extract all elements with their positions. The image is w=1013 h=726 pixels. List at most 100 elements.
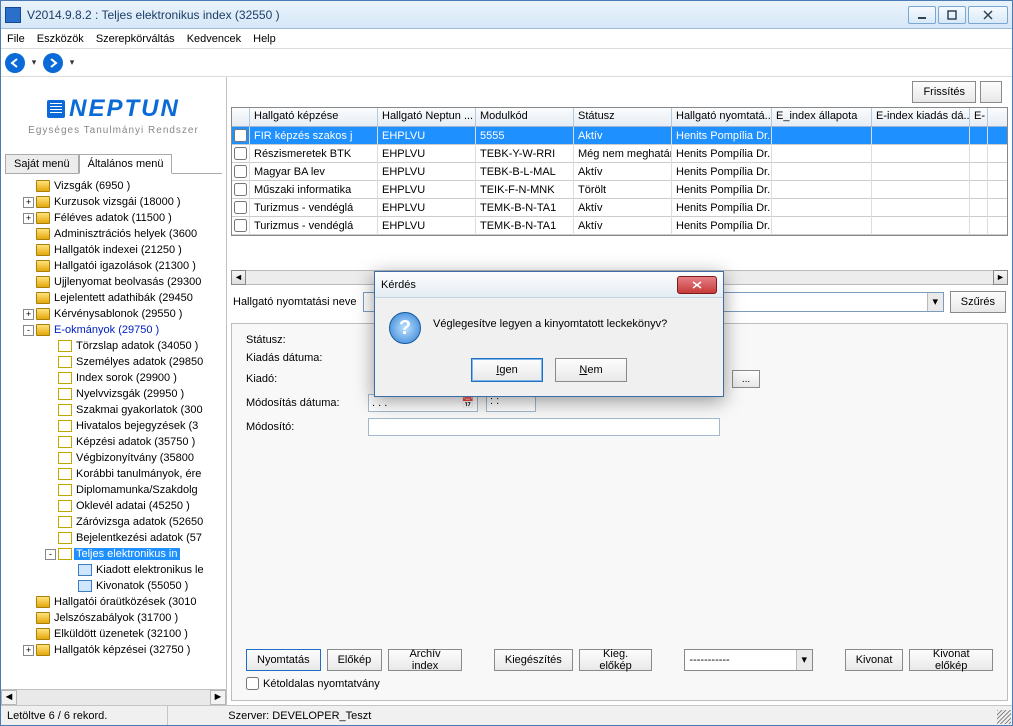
row-checkbox[interactable] xyxy=(234,129,247,142)
extract-button[interactable]: Kivonat xyxy=(845,649,904,671)
template-combo[interactable]: -----------▾ xyxy=(684,649,812,671)
sidebar-horizontal-scroll[interactable]: ◄► xyxy=(1,689,226,705)
tab-altalanos-menu[interactable]: Általános menü xyxy=(79,154,173,174)
tree-item-label: Kurzusok vizsgái (18000 ) xyxy=(52,196,183,208)
grid-header[interactable]: Modulkód xyxy=(476,108,574,126)
nav-tree[interactable]: Vizsgák (6950 ) + Kurzusok vizsgái (18000 … xyxy=(1,174,226,689)
tree-ujjlenyomat[interactable]: Ujjlenyomat beolvasás (29300 xyxy=(1,274,226,290)
table-row[interactable]: Részismeretek BTKEHPLVUTEBK-Y-W-RRIMég n… xyxy=(232,145,1007,163)
tree-zarovizsga[interactable]: Záróvizsga adatok (52650 xyxy=(1,514,226,530)
tree-jelszoszabalyok[interactable]: Jelszószabályok (31700 ) xyxy=(1,610,226,626)
table-row[interactable]: FIR képzés szakos jEHPLVU5555AktívHenits… xyxy=(232,127,1007,145)
table-row[interactable]: Turizmus - vendégláEHPLVUTEMK-B-N-TA1Akt… xyxy=(232,217,1007,235)
tab-sajat-menu[interactable]: Saját menü xyxy=(5,154,79,173)
dialog-no-button[interactable]: Nem xyxy=(555,358,627,382)
menu-kedvencek[interactable]: Kedvencek xyxy=(187,33,241,45)
tree-hallgatok-kepzesei[interactable]: +Hallgatók képzései (32750 ) xyxy=(1,642,226,658)
document-icon xyxy=(78,564,92,576)
tree-item-label: Kivonatok (55050 ) xyxy=(94,580,190,592)
tree-hallgatoi-igazolasok[interactable]: Hallgatói igazolások (21300 ) xyxy=(1,258,226,274)
dialog-close-button[interactable] xyxy=(677,276,717,294)
tree-korabbi-tanulmanyok[interactable]: Korábbi tanulmányok, ére xyxy=(1,466,226,482)
tree-feleves-adatok[interactable]: +Féléves adatok (11500 ) xyxy=(1,210,226,226)
menu-eszközök[interactable]: Eszközök xyxy=(37,33,84,45)
grid-header[interactable]: Státusz xyxy=(574,108,672,126)
tree-e-okmanyok[interactable]: -E-okmányok (29750 ) xyxy=(1,322,226,338)
tree-toggle[interactable]: + xyxy=(23,309,34,320)
tree-kiadott-elektronikus[interactable]: Kiadott elektronikus le xyxy=(1,562,226,578)
tree-toggle[interactable]: - xyxy=(45,549,56,560)
tree-szakmai-gyak[interactable]: Szakmai gyakorlatok (300 xyxy=(1,402,226,418)
tree-kervenysablonok[interactable]: +Kérvénysablonok (29550 ) xyxy=(1,306,226,322)
dialog-yes-button[interactable]: Igen xyxy=(471,358,543,382)
refresh-button[interactable]: Frissítés xyxy=(912,81,976,103)
tree-oklevel-adatai[interactable]: Oklevél adatai (45250 ) xyxy=(1,498,226,514)
row-checkbox[interactable] xyxy=(234,183,247,196)
row-checkbox[interactable] xyxy=(234,201,247,214)
grid-header[interactable]: Hallgató Neptun ... xyxy=(378,108,476,126)
nav-forward-button[interactable] xyxy=(43,53,63,73)
maximize-button[interactable] xyxy=(938,6,966,24)
tree-bejelentkezesi[interactable]: Bejelentkezési adatok (57 xyxy=(1,530,226,546)
tree-hallgatok-indexei[interactable]: Hallgatók indexei (21250 ) xyxy=(1,242,226,258)
close-button[interactable] xyxy=(968,6,1008,24)
tree-elkuldott-uzenetek[interactable]: Elküldött üzenetek (32100 ) xyxy=(1,626,226,642)
table-row[interactable]: Magyar BA levEHPLVUTEBK-B-L-MALAktívHeni… xyxy=(232,163,1007,181)
tree-toggle[interactable]: + xyxy=(23,213,34,224)
grid-cell: Henits Pompília Dr. xyxy=(672,145,772,163)
tree-admin-helyek[interactable]: Adminisztrációs helyek (3600 xyxy=(1,226,226,242)
tree-torzslap[interactable]: Törzslap adatok (34050 ) xyxy=(1,338,226,354)
print-button[interactable]: Nyomtatás xyxy=(246,649,321,671)
tree-vegbizonyitvany[interactable]: Végbizonyítvány (35800 xyxy=(1,450,226,466)
supplement-preview-button[interactable]: Kieg. előkép xyxy=(579,649,653,671)
duplex-checkbox[interactable] xyxy=(246,677,259,690)
tree-teljes-elektronikus-index[interactable]: -Teljes elektronikus in xyxy=(1,546,226,562)
table-row[interactable]: Turizmus - vendégláEHPLVUTEMK-B-N-TA1Akt… xyxy=(232,199,1007,217)
archive-index-button[interactable]: Archív index xyxy=(388,649,462,671)
calendar-icon[interactable]: 📅 xyxy=(462,398,474,409)
grid-cell: Aktív xyxy=(574,199,672,217)
menu-file[interactable]: File xyxy=(7,33,25,45)
modifier-input[interactable] xyxy=(368,418,720,436)
tree-diplomamunka[interactable]: Diplomamunka/Szakdolg xyxy=(1,482,226,498)
issuer-lookup-button[interactable]: ... xyxy=(732,370,760,388)
tree-vizsgak[interactable]: Vizsgák (6950 ) xyxy=(1,178,226,194)
grid-cell: TEIK-F-N-MNK xyxy=(476,181,574,199)
nav-fwd-dropdown[interactable]: ▾ xyxy=(67,57,77,68)
pin-button[interactable] xyxy=(980,81,1002,103)
row-checkbox[interactable] xyxy=(234,147,247,160)
extract-preview-button[interactable]: Kivonat előkép xyxy=(909,649,993,671)
row-checkbox[interactable] xyxy=(234,219,247,232)
tree-szemelyes[interactable]: Személyes adatok (29850 xyxy=(1,354,226,370)
tree-lejelentett-adathibak[interactable]: Lejelentett adathibák (29450 xyxy=(1,290,226,306)
row-checkbox[interactable] xyxy=(234,165,247,178)
menu-help[interactable]: Help xyxy=(253,33,276,45)
tree-toggle[interactable]: - xyxy=(23,325,34,336)
menu-szerepkörváltás[interactable]: Szerepkörváltás xyxy=(96,33,175,45)
tree-nyelvvizsgak[interactable]: Nyelvvizsgák (29950 ) xyxy=(1,386,226,402)
minimize-button[interactable] xyxy=(908,6,936,24)
tree-kurzusok-vizsgai[interactable]: + Kurzusok vizsgái (18000 ) xyxy=(1,194,226,210)
data-grid[interactable]: Hallgató képzéseHallgató Neptun ...Modul… xyxy=(231,107,1008,236)
nav-back-dropdown[interactable]: ▾ xyxy=(29,57,39,68)
grid-header[interactable]: Hallgató nyomtatá... xyxy=(672,108,772,126)
tree-toggle[interactable]: + xyxy=(23,645,34,656)
tree-kepzesi-adatok[interactable]: Képzési adatok (35750 ) xyxy=(1,434,226,450)
grid-cell xyxy=(970,145,988,163)
filter-button[interactable]: Szűrés xyxy=(950,291,1006,313)
nav-back-button[interactable] xyxy=(5,53,25,73)
grid-header[interactable]: Hallgató képzése xyxy=(250,108,378,126)
resize-grip[interactable] xyxy=(997,710,1011,724)
table-row[interactable]: Műszaki informatikaEHPLVUTEIK-F-N-MNKTör… xyxy=(232,181,1007,199)
tree-kivonatok[interactable]: Kivonatok (55050 ) xyxy=(1,578,226,594)
grid-header[interactable]: E- xyxy=(970,108,988,126)
grid-header[interactable]: E-index kiadás dá... xyxy=(872,108,970,126)
tree-index-sorok[interactable]: Index sorok (29900 ) xyxy=(1,370,226,386)
tree-hivatalos-bejegyzesek[interactable]: Hivatalos bejegyzések (3 xyxy=(1,418,226,434)
tree-orautkozesek[interactable]: Hallgatói óraütközések (3010 xyxy=(1,594,226,610)
nav-toolbar: ▾ ▾ xyxy=(1,49,1012,77)
tree-toggle[interactable]: + xyxy=(23,197,34,208)
grid-header[interactable]: E_index állapota xyxy=(772,108,872,126)
supplement-button[interactable]: Kiegészítés xyxy=(494,649,573,671)
preview-button[interactable]: Előkép xyxy=(327,649,383,671)
